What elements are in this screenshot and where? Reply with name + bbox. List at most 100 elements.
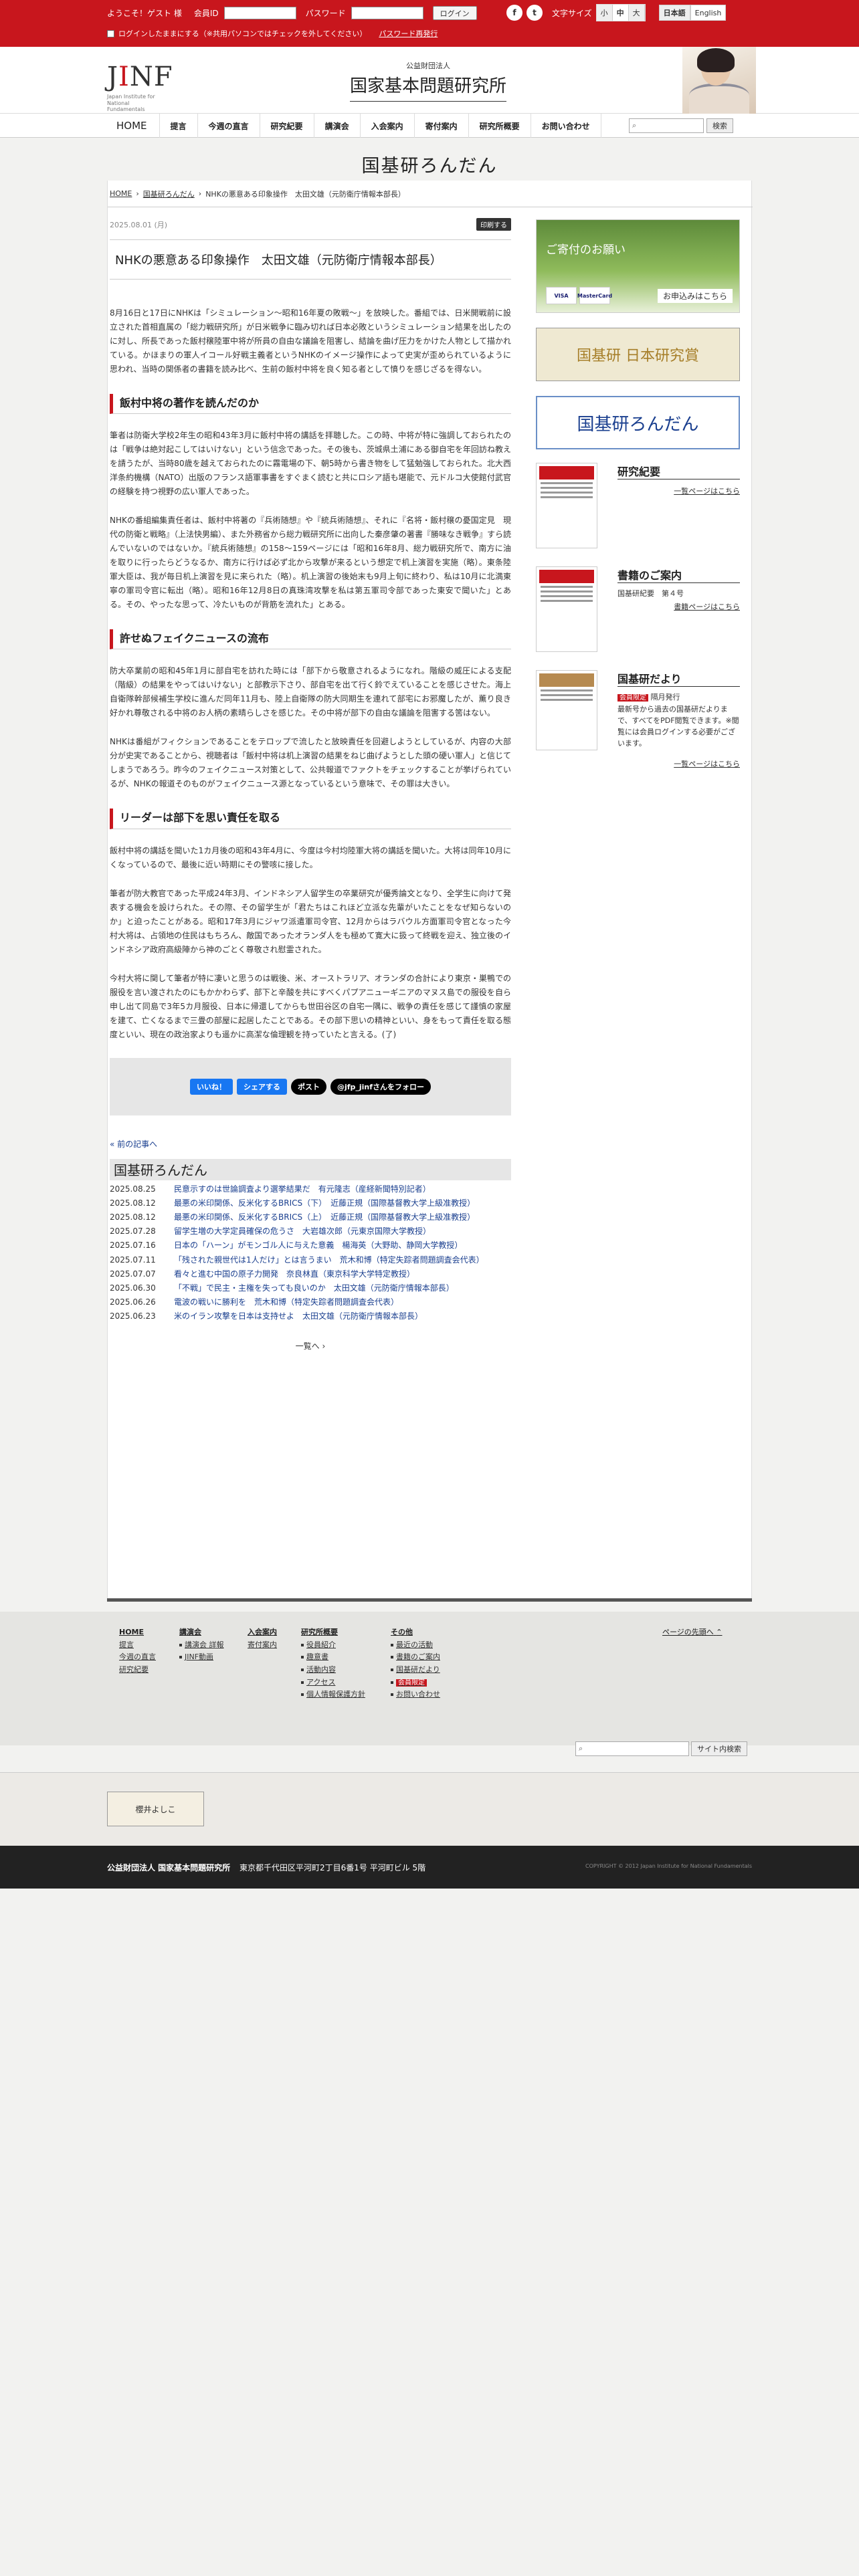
footer-link[interactable]: HOME	[119, 1628, 144, 1636]
article-heading: 飯村中将の著作を読んだのか	[110, 394, 511, 415]
password-input[interactable]	[351, 7, 423, 19]
lang-english[interactable]: English	[690, 5, 727, 21]
list-item-link[interactable]: 民意示すのは世論調査より選挙結果だ 有元隆志（産経新聞特別記者）	[174, 1183, 431, 1196]
footer-link-label: 最近の活動	[396, 1640, 433, 1649]
books-section: 書籍のご案内 国基研紀要 第４号 書籍ページはこちら	[536, 566, 740, 657]
footer-link[interactable]: 趣意書	[301, 1651, 365, 1664]
keep-login-checkbox[interactable]	[107, 29, 114, 37]
sakurai-banner[interactable]: 櫻井よしこ	[107, 1792, 204, 1826]
list-item-link[interactable]: 日本の「ハーン」がモンゴル人に与えた意義 楊海英（大野助、静岡大学教授）	[174, 1239, 462, 1252]
main-content: HOME › 国基研ろんだん › NHKの悪意ある印象操作 太田文雄（元防衛庁情…	[107, 181, 753, 1602]
footer-link[interactable]: 講演会 詳報	[179, 1639, 224, 1652]
page-top-link[interactable]: ページの先頭へ ⌃	[662, 1626, 723, 1637]
list-item-link[interactable]: 「残された親世代は1人だけ」とは言うまい 荒木和博（特定失踪者問題調査会代表）	[174, 1254, 484, 1267]
footer-link[interactable]: 個人情報保護方針	[301, 1689, 365, 1701]
kiyou-list-link[interactable]: 一覧ページはこちら	[674, 486, 740, 496]
nav-home[interactable]: HOME	[107, 114, 160, 138]
books-title: 書籍のご案内	[617, 569, 682, 582]
x-follow-button[interactable]: @jfp_jinfさんをフォロー	[330, 1078, 432, 1095]
list-item-link[interactable]: 最悪の米印関係、反米化するBRICS（下） 近藤正規（国際基督教大学上級准教授）	[174, 1197, 475, 1210]
book-cover-image[interactable]	[536, 566, 597, 652]
donation-apply-link[interactable]: お申込みはこちら	[657, 289, 733, 303]
breadcrumb-home[interactable]: HOME	[110, 189, 132, 198]
footer-search-button[interactable]: サイト内検索	[691, 1741, 747, 1756]
list-item-link[interactable]: 「不戦」で民主・主権を失っても良いのか 太田文雄（元防衛庁情報本部長）	[174, 1282, 454, 1295]
chevron-up-icon: ⌃	[716, 1628, 723, 1636]
nav-search: ⌕ 検索	[629, 118, 733, 133]
list-item: 2025.07.11 「残された親世代は1人だけ」とは言うまい 荒木和博（特定失踪…	[110, 1254, 511, 1267]
footer-link[interactable]: 国基研だより	[391, 1664, 440, 1677]
mastercard-icon: MasterCard	[577, 287, 612, 304]
footer-link[interactable]: 活動内容	[301, 1664, 365, 1677]
footer-search-input[interactable]: ⌕	[575, 1741, 689, 1756]
nav-teigen[interactable]: 提言	[160, 114, 198, 138]
password-reset-link[interactable]: パスワード再発行	[379, 28, 438, 39]
kiyou-cover-image[interactable]	[536, 463, 597, 548]
card-logos: VISA MasterCard	[546, 287, 612, 304]
list-item-link[interactable]: 留学生増の大学定員確保の危うさ 大岩雄次郎（元東京国際大学教授）	[174, 1225, 431, 1238]
footer-link-label: 役員紹介	[306, 1640, 336, 1649]
footer-link[interactable]: 役員紹介	[301, 1639, 365, 1652]
footer-link[interactable]: その他	[391, 1628, 413, 1636]
nav-membership[interactable]: 入会案内	[361, 114, 415, 138]
footer-link[interactable]: JINF動画	[179, 1651, 224, 1664]
footer-link[interactable]: 入会案内	[248, 1628, 277, 1636]
nav-search-button[interactable]: 検索	[706, 118, 733, 133]
nav-search-input[interactable]: ⌕	[629, 118, 704, 133]
rondan-banner[interactable]: 国基研ろんだん	[536, 396, 740, 449]
lang-japanese[interactable]: 日本語	[658, 5, 690, 21]
x-post-button[interactable]: ポスト	[290, 1078, 326, 1095]
nav-contact[interactable]: お問い合わせ	[531, 114, 601, 138]
font-size-medium[interactable]: 中	[612, 5, 629, 21]
site-logo[interactable]: JINF Japan Institute for National Fundam…	[107, 62, 173, 113]
list-item-link[interactable]: 看々と進む中国の原子力開発 奈良林直（東京科学大学特定教授）	[174, 1268, 415, 1281]
facebook-icon[interactable]: f	[506, 5, 522, 21]
dayori-cover-image[interactable]	[536, 670, 597, 750]
language-switcher: 日本語 English	[658, 5, 727, 21]
footer-link[interactable]: お問い合わせ	[391, 1689, 440, 1701]
dayori-list-link[interactable]: 一覧ページはこちら	[674, 758, 740, 769]
footer-link[interactable]: アクセス	[301, 1677, 365, 1689]
font-size-small[interactable]: 小	[596, 5, 613, 21]
footer-link[interactable]: 書籍のご案内	[391, 1651, 440, 1664]
list-item-link[interactable]: 米のイラン攻撃を日本は支持せよ 太田文雄（元防衛庁情報本部長）	[174, 1310, 423, 1323]
nav-weekly[interactable]: 今週の直言	[198, 114, 260, 138]
list-item-date: 2025.08.25	[110, 1184, 156, 1194]
footer-link-label: 会員限定	[396, 1679, 427, 1687]
facebook-like-button[interactable]: いいね！	[189, 1078, 233, 1095]
nav-lecture[interactable]: 講演会	[314, 114, 361, 138]
list-item-link[interactable]: 最悪の米印関係、反米化するBRICS（上） 近藤正規（国際基督教大学上級准教授）	[174, 1211, 475, 1224]
donation-banner[interactable]: ご寄付のお願い VISA MasterCard お申込みはこちら	[536, 219, 740, 313]
footer-link[interactable]: 最近の活動	[391, 1639, 440, 1652]
footer-link-label: 国基研だより	[396, 1665, 440, 1675]
page-title: 国基研ろんだん	[361, 156, 498, 177]
footer-link[interactable]: 寄付案内	[248, 1639, 277, 1652]
keep-login-label: ログインしたままにする（※共用パソコンではチェックを外してください）	[118, 29, 367, 38]
previous-article-link[interactable]: « 前の記事へ	[110, 1138, 511, 1150]
breadcrumb-section[interactable]: 国基研ろんだん	[143, 189, 195, 199]
nav-about[interactable]: 研究所概要	[469, 114, 531, 138]
list-item-link[interactable]: 電波の戦いに勝利を 荒木和博（特定失踪者問題調査会代表）	[174, 1296, 399, 1309]
twitter-icon[interactable]: t	[527, 5, 543, 21]
footer-link[interactable]: 提言	[119, 1639, 156, 1652]
login-button[interactable]: ログイン	[432, 6, 477, 20]
footer-address: 公益財団法人 国家基本問題研究所 東京都千代田区平河町2丁目6番1号 平河町ビル…	[107, 1862, 425, 1873]
footer-link[interactable]: 会員限定	[391, 1677, 440, 1689]
list-item-date: 2025.06.23	[110, 1311, 156, 1321]
facebook-share-button[interactable]: シェアする	[236, 1078, 287, 1095]
print-button[interactable]: 印刷する	[476, 218, 511, 231]
article-date: 2025.08.01 (月)	[110, 221, 168, 229]
footer-link[interactable]: 研究所概要	[301, 1628, 338, 1636]
font-size-large[interactable]: 大	[628, 5, 645, 21]
member-id-input[interactable]	[223, 7, 296, 19]
books-list-link[interactable]: 書籍ページはこちら	[674, 601, 740, 612]
research-award-banner[interactable]: 国基研 日本研究賞	[536, 328, 740, 381]
list-item-date: 2025.07.07	[110, 1269, 156, 1279]
footer-link[interactable]: 研究紀要	[119, 1664, 156, 1677]
footer-link[interactable]: 今週の直言	[119, 1651, 156, 1664]
sidebar: ご寄付のお願い VISA MasterCard お申込みはこちら 国基研 日本研…	[536, 219, 740, 777]
nav-kiyou[interactable]: 研究紀要	[260, 114, 314, 138]
nav-donation[interactable]: 寄付案内	[415, 114, 469, 138]
footer-link[interactable]: 講演会	[179, 1628, 201, 1636]
more-link[interactable]: 一覧へ ›	[110, 1340, 511, 1352]
